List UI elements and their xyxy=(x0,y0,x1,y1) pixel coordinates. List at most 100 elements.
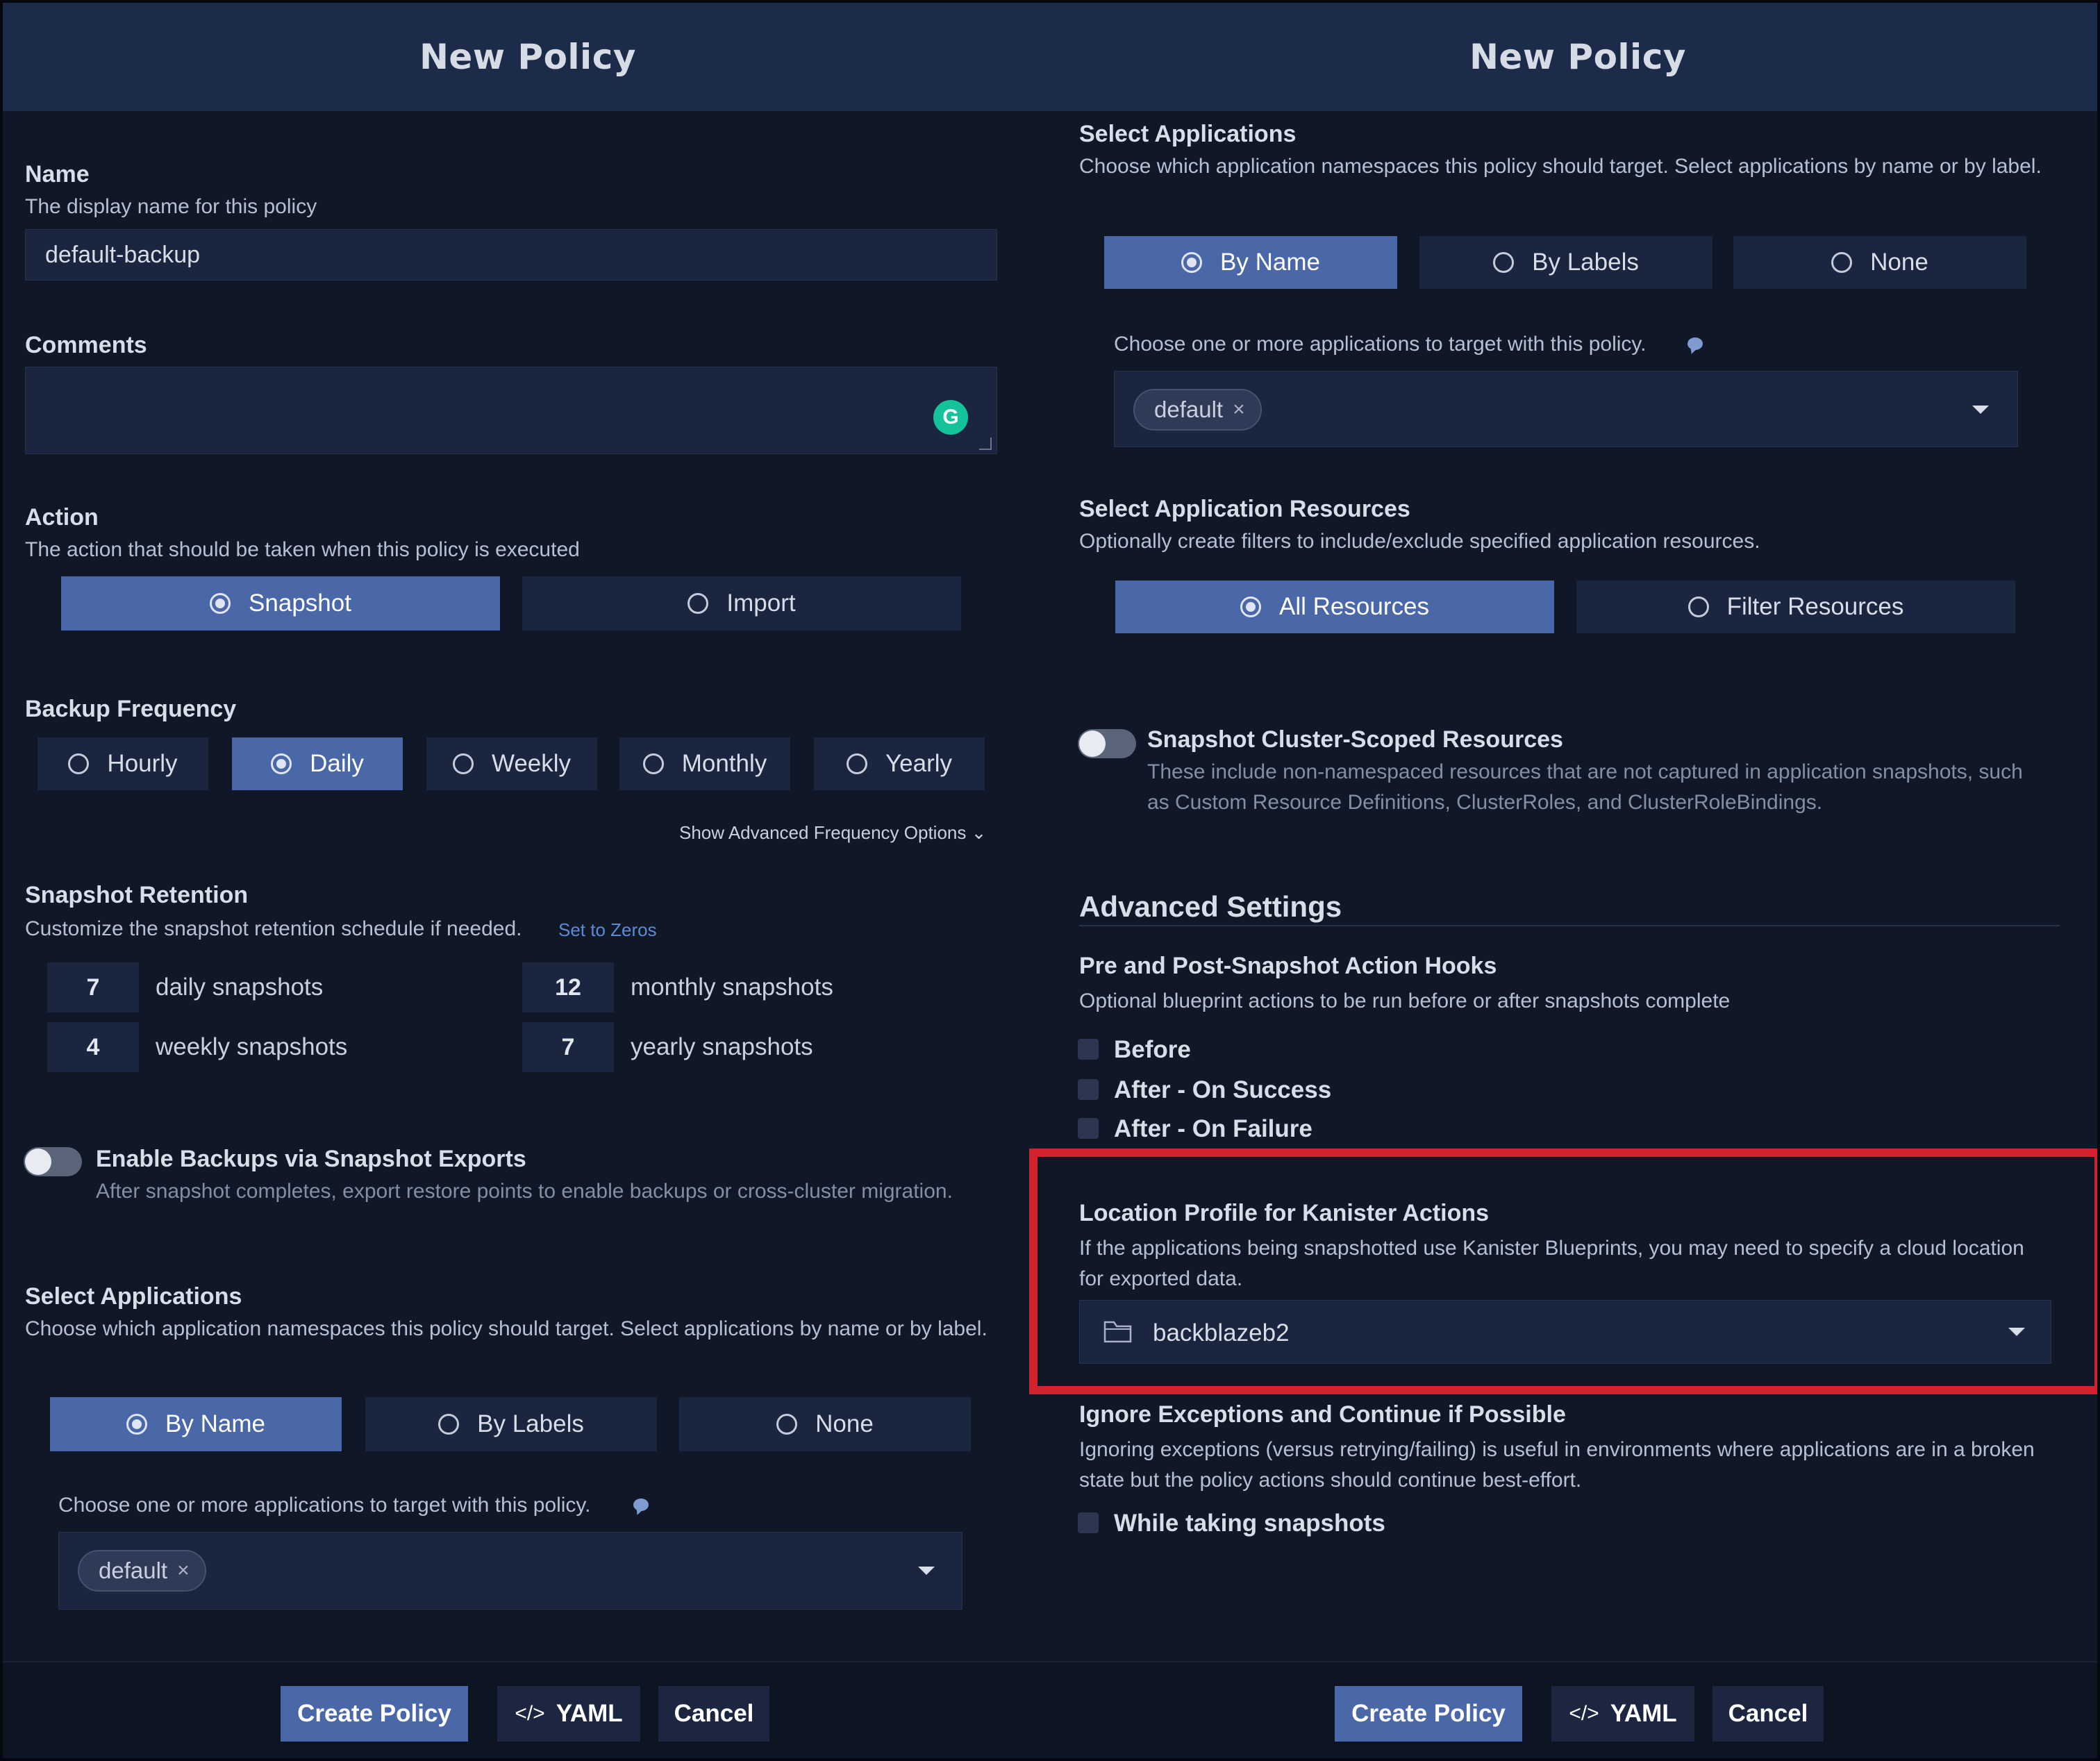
option-label: Weekly xyxy=(491,750,572,777)
app-chip-default[interactable]: default × xyxy=(1133,389,1262,431)
apps-option-by-name[interactable]: By Name xyxy=(50,1397,342,1451)
radio-selected-icon xyxy=(1181,252,1203,273)
name-input[interactable]: default-backup xyxy=(25,229,997,281)
frequency-label: Backup Frequency xyxy=(25,696,237,722)
retention-label: Snapshot Retention xyxy=(25,882,249,908)
code-icon: </> xyxy=(1569,1702,1599,1725)
while-taking-snapshots-checkbox[interactable] xyxy=(1078,1512,1099,1533)
left-header: New Policy xyxy=(3,3,1053,111)
frequency-option-monthly[interactable]: Monthly xyxy=(619,737,790,790)
comments-textarea[interactable] xyxy=(25,367,997,454)
name-label: Name xyxy=(25,161,90,187)
set-to-zeros-link[interactable]: Set to Zeros xyxy=(558,919,657,941)
monthly-retention-input[interactable]: 12 xyxy=(522,962,614,1012)
action-option-snapshot[interactable]: Snapshot xyxy=(61,576,500,631)
yaml-label: YAML xyxy=(556,1700,623,1727)
resources-option-filter[interactable]: Filter Resources xyxy=(1576,581,2015,633)
advanced-frequency-link[interactable]: Show Advanced Frequency Options ⌄ xyxy=(679,822,986,844)
apps-option-none[interactable]: None xyxy=(1733,236,2026,289)
frequency-option-weekly[interactable]: Weekly xyxy=(426,737,597,790)
yaml-label: YAML xyxy=(1610,1700,1677,1727)
info-bubble-icon[interactable] xyxy=(1688,337,1703,350)
resources-option-all[interactable]: All Resources xyxy=(1115,581,1554,633)
frequency-option-yearly[interactable]: Yearly xyxy=(814,737,985,790)
exports-toggle[interactable] xyxy=(24,1147,82,1176)
after-success-checkbox[interactable] xyxy=(1078,1079,1099,1100)
option-label: By Labels xyxy=(1532,249,1639,276)
right-footer: Create Policy </> YAML Cancel xyxy=(1053,1661,2097,1758)
radio-icon xyxy=(776,1414,798,1435)
option-label: Import xyxy=(726,590,796,617)
daily-retention-label: daily snapshots xyxy=(156,974,324,1001)
cluster-scoped-label: Snapshot Cluster-Scoped Resources xyxy=(1147,726,1563,753)
screenshot-frame: New Policy Name The display name for thi… xyxy=(0,0,2100,1761)
radio-icon xyxy=(438,1414,460,1435)
dropdown-caret-icon[interactable] xyxy=(2008,1328,2025,1336)
after-failure-label: After - On Failure xyxy=(1114,1115,1312,1142)
cluster-scoped-toggle[interactable] xyxy=(1078,729,1136,758)
retention-description: Customize the snapshot retention schedul… xyxy=(25,917,522,940)
after-failure-checkbox[interactable] xyxy=(1078,1118,1099,1139)
while-taking-snapshots-label: While taking snapshots xyxy=(1114,1510,1385,1537)
location-profile-label: Location Profile for Kanister Actions xyxy=(1079,1200,1490,1226)
chip-label: default xyxy=(99,1558,168,1583)
option-label: All Resources xyxy=(1279,593,1429,620)
choose-apps-text: Choose one or more applications to targe… xyxy=(1114,333,1647,356)
select-apps-description: Choose which application namespaces this… xyxy=(25,1317,988,1340)
weekly-retention-input[interactable]: 4 xyxy=(47,1022,139,1072)
radio-icon xyxy=(452,753,474,774)
yearly-retention-label: yearly snapshots xyxy=(631,1033,813,1060)
dropdown-caret-icon[interactable] xyxy=(1972,406,1989,414)
radio-selected-icon xyxy=(1240,596,1262,617)
right-header: New Policy xyxy=(1053,3,2097,111)
radio-icon xyxy=(688,593,709,614)
location-profile-description: If the applications being snapshotted us… xyxy=(1079,1237,2024,1290)
info-bubble-icon[interactable] xyxy=(633,1499,649,1511)
create-policy-button[interactable]: Create Policy xyxy=(281,1686,468,1742)
apps-option-by-labels[interactable]: By Labels xyxy=(365,1397,657,1451)
apps-option-none[interactable]: None xyxy=(679,1397,971,1451)
select-apps-description: Choose which application namespaces this… xyxy=(1079,155,2042,178)
yaml-button[interactable]: </> YAML xyxy=(1551,1686,1694,1742)
apps-option-by-labels[interactable]: By Labels xyxy=(1419,236,1712,289)
radio-selected-icon xyxy=(271,753,292,774)
yaml-button[interactable]: </> YAML xyxy=(497,1686,640,1742)
app-chip-default[interactable]: default × xyxy=(78,1550,206,1592)
chip-remove-icon[interactable]: × xyxy=(177,1559,190,1583)
frequency-option-hourly[interactable]: Hourly xyxy=(38,737,208,790)
create-policy-button[interactable]: Create Policy xyxy=(1335,1686,1522,1742)
daily-retention-input[interactable]: 7 xyxy=(47,962,139,1012)
left-footer: Create Policy </> YAML Cancel xyxy=(3,1661,1053,1758)
action-label: Action xyxy=(25,504,99,531)
cancel-button[interactable]: Cancel xyxy=(658,1686,769,1742)
hooks-description: Optional blueprint actions to be run bef… xyxy=(1079,990,1731,1012)
cluster-scoped-description: These include non-namespaced resources t… xyxy=(1147,760,2023,814)
resize-handle-icon[interactable] xyxy=(979,437,992,450)
advanced-settings-heading: Advanced Settings xyxy=(1079,890,1342,923)
radio-icon xyxy=(847,753,867,774)
ignore-exceptions-label: Ignore Exceptions and Continue if Possib… xyxy=(1079,1401,1566,1428)
apps-option-by-name[interactable]: By Name xyxy=(1104,236,1397,289)
exports-description: After snapshot completes, export restore… xyxy=(96,1180,953,1203)
cancel-button[interactable]: Cancel xyxy=(1712,1686,1824,1742)
page-title: New Policy xyxy=(1469,37,1686,77)
chip-label: default xyxy=(1154,397,1224,422)
radio-selected-icon xyxy=(126,1414,148,1435)
right-panel: New Policy Select Applications Choose wh… xyxy=(1053,3,2097,1758)
resources-label: Select Application Resources xyxy=(1079,496,1410,522)
radio-icon xyxy=(68,753,90,774)
frequency-option-daily[interactable]: Daily xyxy=(232,737,403,790)
monthly-retention-label: monthly snapshots xyxy=(631,974,833,1001)
action-option-import[interactable]: Import xyxy=(522,576,961,631)
option-label: Filter Resources xyxy=(1726,593,1904,620)
resources-description: Optionally create filters to include/exc… xyxy=(1079,530,1760,553)
page-title: New Policy xyxy=(419,37,636,77)
dropdown-caret-icon[interactable] xyxy=(918,1567,935,1575)
chip-remove-icon[interactable]: × xyxy=(1233,398,1245,422)
option-label: By Name xyxy=(1220,249,1320,276)
yearly-retention-input[interactable]: 7 xyxy=(522,1022,614,1072)
option-label: By Name xyxy=(165,1410,265,1437)
grammarly-icon[interactable]: G xyxy=(933,400,968,435)
before-checkbox[interactable] xyxy=(1078,1039,1099,1060)
choose-apps-text: Choose one or more applications to targe… xyxy=(58,1494,591,1517)
